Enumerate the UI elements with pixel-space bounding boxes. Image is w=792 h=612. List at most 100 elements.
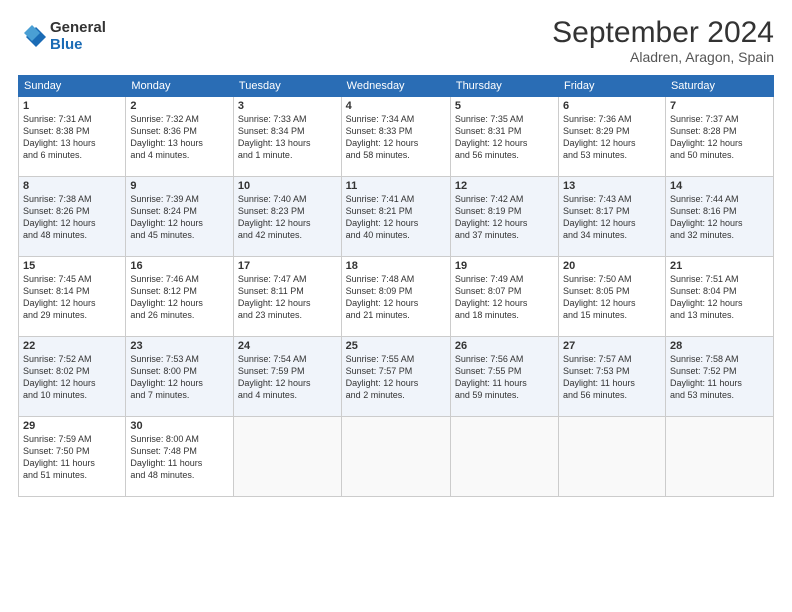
day-number: 4 [346, 100, 446, 112]
day-info: Sunrise: 7:51 AM Sunset: 8:04 PM Dayligh… [670, 273, 769, 322]
day-info: Sunrise: 8:00 AM Sunset: 7:48 PM Dayligh… [130, 433, 229, 482]
day-number: 22 [23, 340, 121, 352]
day-info: Sunrise: 7:37 AM Sunset: 8:28 PM Dayligh… [670, 113, 769, 162]
day-number: 23 [130, 340, 229, 352]
day-info: Sunrise: 7:57 AM Sunset: 7:53 PM Dayligh… [563, 353, 661, 402]
day-number: 24 [238, 340, 337, 352]
calendar-cell: 7Sunrise: 7:37 AM Sunset: 8:28 PM Daylig… [665, 97, 773, 177]
day-number: 16 [130, 260, 229, 272]
calendar-cell [341, 417, 450, 497]
day-number: 6 [563, 100, 661, 112]
calendar-week-row: 1Sunrise: 7:31 AM Sunset: 8:38 PM Daylig… [19, 97, 774, 177]
header: General Blue September 2024 Aladren, Ara… [18, 16, 774, 65]
day-number: 27 [563, 340, 661, 352]
day-info: Sunrise: 7:42 AM Sunset: 8:19 PM Dayligh… [455, 193, 554, 242]
calendar-cell: 8Sunrise: 7:38 AM Sunset: 8:26 PM Daylig… [19, 177, 126, 257]
logo-icon [18, 23, 46, 51]
logo-general-text: General [50, 20, 106, 37]
calendar-cell: 28Sunrise: 7:58 AM Sunset: 7:52 PM Dayli… [665, 337, 773, 417]
calendar-cell: 2Sunrise: 7:32 AM Sunset: 8:36 PM Daylig… [126, 97, 234, 177]
page: General Blue September 2024 Aladren, Ara… [0, 0, 792, 612]
weekday-header: Wednesday [341, 76, 450, 97]
calendar-cell: 6Sunrise: 7:36 AM Sunset: 8:29 PM Daylig… [558, 97, 665, 177]
day-info: Sunrise: 7:56 AM Sunset: 7:55 PM Dayligh… [455, 353, 554, 402]
day-info: Sunrise: 7:34 AM Sunset: 8:33 PM Dayligh… [346, 113, 446, 162]
calendar-cell: 1Sunrise: 7:31 AM Sunset: 8:38 PM Daylig… [19, 97, 126, 177]
calendar-cell: 18Sunrise: 7:48 AM Sunset: 8:09 PM Dayli… [341, 257, 450, 337]
location: Aladren, Aragon, Spain [552, 49, 774, 65]
calendar-table: SundayMondayTuesdayWednesdayThursdayFrid… [18, 75, 774, 497]
calendar-cell: 22Sunrise: 7:52 AM Sunset: 8:02 PM Dayli… [19, 337, 126, 417]
calendar-cell: 4Sunrise: 7:34 AM Sunset: 8:33 PM Daylig… [341, 97, 450, 177]
day-info: Sunrise: 7:52 AM Sunset: 8:02 PM Dayligh… [23, 353, 121, 402]
calendar-cell: 24Sunrise: 7:54 AM Sunset: 7:59 PM Dayli… [233, 337, 341, 417]
day-number: 5 [455, 100, 554, 112]
calendar-cell: 21Sunrise: 7:51 AM Sunset: 8:04 PM Dayli… [665, 257, 773, 337]
day-number: 28 [670, 340, 769, 352]
day-info: Sunrise: 7:58 AM Sunset: 7:52 PM Dayligh… [670, 353, 769, 402]
day-info: Sunrise: 7:45 AM Sunset: 8:14 PM Dayligh… [23, 273, 121, 322]
calendar-cell: 27Sunrise: 7:57 AM Sunset: 7:53 PM Dayli… [558, 337, 665, 417]
day-number: 1 [23, 100, 121, 112]
calendar-cell: 9Sunrise: 7:39 AM Sunset: 8:24 PM Daylig… [126, 177, 234, 257]
calendar-cell: 25Sunrise: 7:55 AM Sunset: 7:57 PM Dayli… [341, 337, 450, 417]
day-number: 17 [238, 260, 337, 272]
day-info: Sunrise: 7:54 AM Sunset: 7:59 PM Dayligh… [238, 353, 337, 402]
calendar-cell: 23Sunrise: 7:53 AM Sunset: 8:00 PM Dayli… [126, 337, 234, 417]
weekday-header: Friday [558, 76, 665, 97]
calendar-cell: 14Sunrise: 7:44 AM Sunset: 8:16 PM Dayli… [665, 177, 773, 257]
day-info: Sunrise: 7:43 AM Sunset: 8:17 PM Dayligh… [563, 193, 661, 242]
day-number: 13 [563, 180, 661, 192]
day-number: 2 [130, 100, 229, 112]
day-number: 3 [238, 100, 337, 112]
day-number: 20 [563, 260, 661, 272]
day-number: 30 [130, 420, 229, 432]
day-info: Sunrise: 7:33 AM Sunset: 8:34 PM Dayligh… [238, 113, 337, 162]
day-number: 10 [238, 180, 337, 192]
calendar-cell: 11Sunrise: 7:41 AM Sunset: 8:21 PM Dayli… [341, 177, 450, 257]
day-number: 11 [346, 180, 446, 192]
calendar-cell: 12Sunrise: 7:42 AM Sunset: 8:19 PM Dayli… [450, 177, 558, 257]
day-info: Sunrise: 7:46 AM Sunset: 8:12 PM Dayligh… [130, 273, 229, 322]
calendar-cell: 17Sunrise: 7:47 AM Sunset: 8:11 PM Dayli… [233, 257, 341, 337]
day-number: 15 [23, 260, 121, 272]
day-number: 12 [455, 180, 554, 192]
calendar-cell: 20Sunrise: 7:50 AM Sunset: 8:05 PM Dayli… [558, 257, 665, 337]
calendar-cell [233, 417, 341, 497]
day-info: Sunrise: 7:59 AM Sunset: 7:50 PM Dayligh… [23, 433, 121, 482]
weekday-header-row: SundayMondayTuesdayWednesdayThursdayFrid… [19, 76, 774, 97]
day-info: Sunrise: 7:32 AM Sunset: 8:36 PM Dayligh… [130, 113, 229, 162]
calendar-cell: 19Sunrise: 7:49 AM Sunset: 8:07 PM Dayli… [450, 257, 558, 337]
calendar-cell: 30Sunrise: 8:00 AM Sunset: 7:48 PM Dayli… [126, 417, 234, 497]
calendar-cell: 29Sunrise: 7:59 AM Sunset: 7:50 PM Dayli… [19, 417, 126, 497]
logo: General Blue [18, 20, 106, 53]
day-info: Sunrise: 7:36 AM Sunset: 8:29 PM Dayligh… [563, 113, 661, 162]
day-number: 14 [670, 180, 769, 192]
day-info: Sunrise: 7:50 AM Sunset: 8:05 PM Dayligh… [563, 273, 661, 322]
day-info: Sunrise: 7:41 AM Sunset: 8:21 PM Dayligh… [346, 193, 446, 242]
calendar-week-row: 29Sunrise: 7:59 AM Sunset: 7:50 PM Dayli… [19, 417, 774, 497]
calendar-cell: 10Sunrise: 7:40 AM Sunset: 8:23 PM Dayli… [233, 177, 341, 257]
day-info: Sunrise: 7:31 AM Sunset: 8:38 PM Dayligh… [23, 113, 121, 162]
weekday-header: Saturday [665, 76, 773, 97]
day-number: 8 [23, 180, 121, 192]
calendar-cell: 16Sunrise: 7:46 AM Sunset: 8:12 PM Dayli… [126, 257, 234, 337]
weekday-header: Sunday [19, 76, 126, 97]
day-info: Sunrise: 7:47 AM Sunset: 8:11 PM Dayligh… [238, 273, 337, 322]
calendar-week-row: 8Sunrise: 7:38 AM Sunset: 8:26 PM Daylig… [19, 177, 774, 257]
calendar-cell: 13Sunrise: 7:43 AM Sunset: 8:17 PM Dayli… [558, 177, 665, 257]
day-info: Sunrise: 7:39 AM Sunset: 8:24 PM Dayligh… [130, 193, 229, 242]
day-number: 25 [346, 340, 446, 352]
weekday-header: Thursday [450, 76, 558, 97]
day-info: Sunrise: 7:35 AM Sunset: 8:31 PM Dayligh… [455, 113, 554, 162]
day-number: 21 [670, 260, 769, 272]
day-info: Sunrise: 7:40 AM Sunset: 8:23 PM Dayligh… [238, 193, 337, 242]
calendar-cell [665, 417, 773, 497]
calendar-cell: 5Sunrise: 7:35 AM Sunset: 8:31 PM Daylig… [450, 97, 558, 177]
day-info: Sunrise: 7:38 AM Sunset: 8:26 PM Dayligh… [23, 193, 121, 242]
title-block: September 2024 Aladren, Aragon, Spain [552, 16, 774, 65]
month-title: September 2024 [552, 16, 774, 49]
calendar-week-row: 15Sunrise: 7:45 AM Sunset: 8:14 PM Dayli… [19, 257, 774, 337]
day-info: Sunrise: 7:55 AM Sunset: 7:57 PM Dayligh… [346, 353, 446, 402]
day-info: Sunrise: 7:53 AM Sunset: 8:00 PM Dayligh… [130, 353, 229, 402]
